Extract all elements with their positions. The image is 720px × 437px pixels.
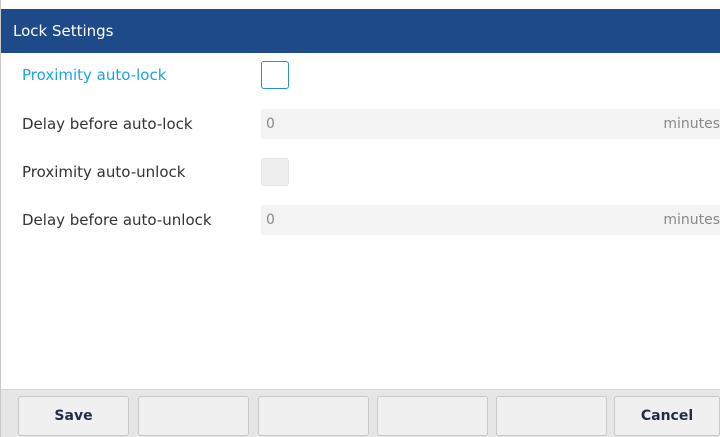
delay-auto-lock-field[interactable]: 0 minutes xyxy=(261,109,720,139)
page-title: Lock Settings xyxy=(1,9,720,53)
delay-auto-lock-value: 0 xyxy=(266,116,275,132)
save-button[interactable]: Save xyxy=(18,396,129,436)
proximity-auto-lock-label: Proximity auto-lock xyxy=(22,66,167,84)
softkey-bar: Save Cancel xyxy=(1,389,720,437)
softkey-4[interactable] xyxy=(377,396,488,436)
delay-auto-lock-unit: minutes xyxy=(663,116,720,132)
cancel-button[interactable]: Cancel xyxy=(614,396,720,436)
delay-auto-unlock-label: Delay before auto-unlock xyxy=(22,211,212,229)
softkey-5[interactable] xyxy=(496,396,607,436)
delay-auto-unlock-unit: minutes xyxy=(663,212,720,228)
setting-row-proximity-auto-lock: Proximity auto-lock xyxy=(1,60,720,90)
delay-auto-unlock-value: 0 xyxy=(266,212,275,228)
proximity-auto-unlock-label: Proximity auto-unlock xyxy=(22,163,186,181)
softkey-3[interactable] xyxy=(258,396,369,436)
setting-row-proximity-auto-unlock: Proximity auto-unlock xyxy=(1,157,720,187)
setting-row-delay-auto-unlock: Delay before auto-unlock 0 minutes xyxy=(1,205,720,235)
delay-auto-lock-label: Delay before auto-lock xyxy=(22,115,193,133)
proximity-auto-lock-checkbox[interactable] xyxy=(261,61,289,89)
delay-auto-unlock-field[interactable]: 0 minutes xyxy=(261,205,720,235)
setting-row-delay-auto-lock: Delay before auto-lock 0 minutes xyxy=(1,109,720,139)
softkey-2[interactable] xyxy=(138,396,249,436)
lock-settings-screen: Lock Settings Proximity auto-lock Delay … xyxy=(0,0,720,437)
proximity-auto-unlock-checkbox[interactable] xyxy=(261,158,289,186)
